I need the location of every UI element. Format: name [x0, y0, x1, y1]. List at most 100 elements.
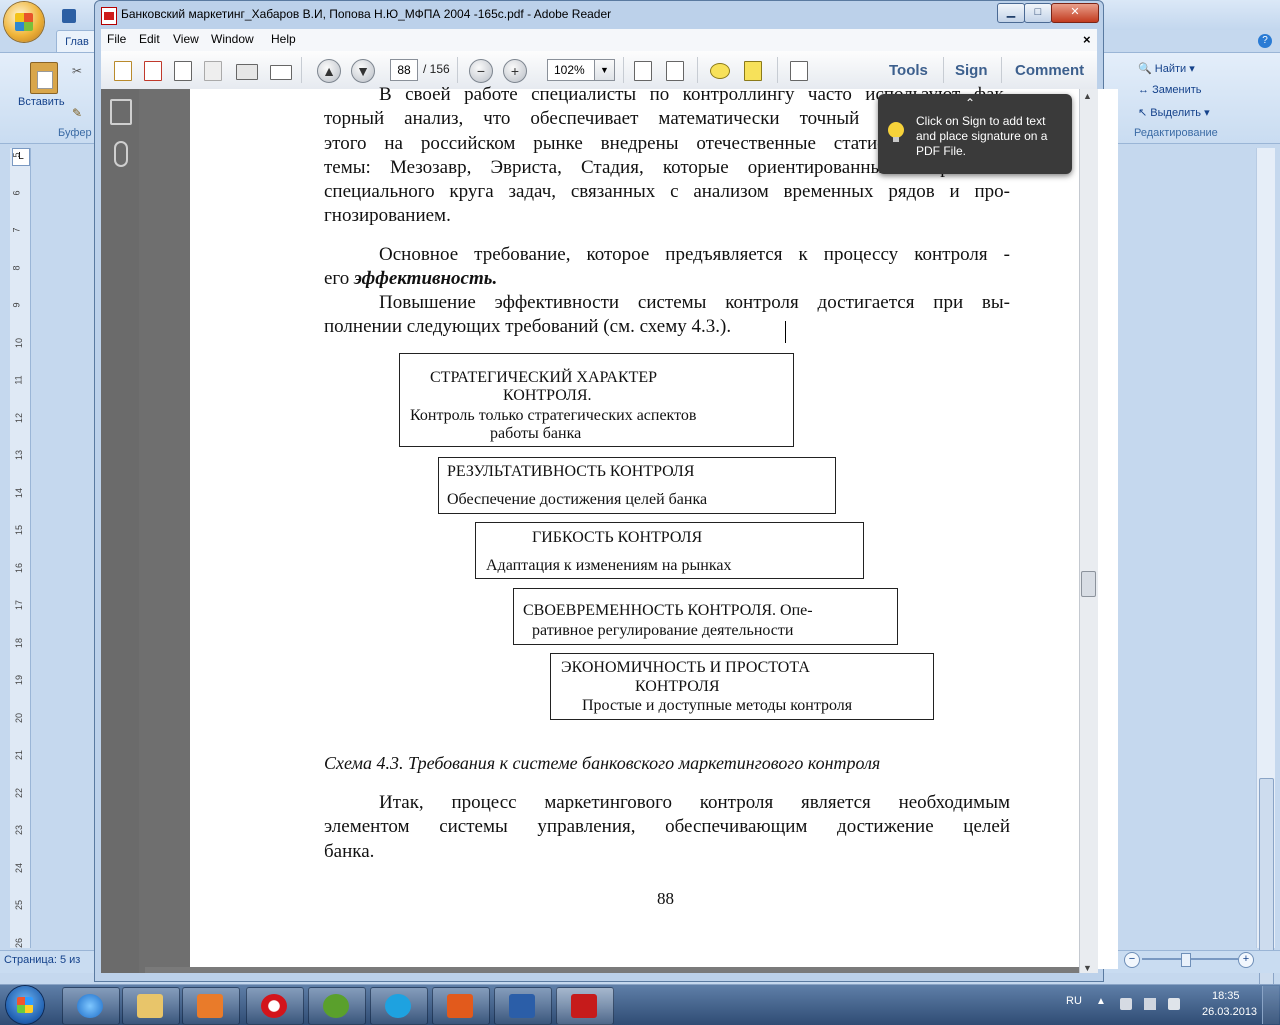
- format-painter-icon[interactable]: ✎: [72, 106, 88, 120]
- document-area: В своей работе специалисты по контроллин…: [139, 84, 1118, 973]
- zoom-in-icon[interactable]: +: [1238, 952, 1254, 968]
- comment-panel-link[interactable]: Comment: [1015, 62, 1084, 79]
- zoom-select[interactable]: 102% ▼: [547, 59, 615, 81]
- zoom-in-button[interactable]: +: [503, 59, 527, 83]
- ruler-number: 10: [14, 337, 25, 348]
- paste-button[interactable]: Вставить: [14, 58, 74, 122]
- taskbar-internet-explorer[interactable]: [62, 987, 120, 1025]
- page-total: / 156: [423, 62, 450, 76]
- full-screen-button[interactable]: [785, 57, 811, 83]
- clock-date[interactable]: 26.03.2013: [1202, 1006, 1257, 1018]
- save-icon: [204, 61, 222, 81]
- menu-window[interactable]: Window: [211, 32, 254, 46]
- maximize-button[interactable]: □: [1024, 3, 1052, 23]
- box-heading: РЕЗУЛЬТАТИВНОСТЬ КОНТРОЛЯ: [447, 463, 695, 480]
- internet-explorer-icon: [77, 994, 103, 1018]
- show-hidden-icons-icon[interactable]: ▲: [1096, 996, 1106, 1007]
- paragraph-line: Итак, процесс маркетингового контроля яв…: [379, 792, 1010, 813]
- taskbar-adobe-reader[interactable]: [556, 987, 614, 1025]
- next-page-button[interactable]: ▼: [351, 59, 375, 83]
- ruler-number: 6: [11, 189, 22, 196]
- fit-page-button[interactable]: [629, 57, 655, 83]
- toolbar-separator: [457, 57, 458, 83]
- cut-icon[interactable]: ✂: [72, 64, 86, 78]
- email-button[interactable]: [267, 57, 293, 83]
- tools-panel-link[interactable]: Tools: [889, 62, 928, 79]
- editing-group-label: Редактирование: [1134, 127, 1218, 139]
- chevron-down-icon[interactable]: ▼: [594, 60, 614, 80]
- save-icon[interactable]: [62, 9, 76, 23]
- page-number-input[interactable]: 88: [390, 59, 418, 81]
- open-button[interactable]: [139, 57, 165, 83]
- taskbar-utorrent[interactable]: [308, 987, 366, 1025]
- box-text: Обеспечение достижения целей банка: [447, 491, 708, 508]
- menu-view[interactable]: View: [173, 32, 199, 46]
- previous-page-button[interactable]: ▲: [317, 59, 341, 83]
- box-heading: КОНТРОЛЯ: [635, 678, 720, 695]
- chevron-up-icon[interactable]: ⌃: [965, 96, 975, 110]
- sign-tooltip: ⌃ Click on Sign to add text and place si…: [878, 94, 1072, 174]
- reader-scroll-thumb[interactable]: [1081, 571, 1096, 597]
- paragraph-line: полнении следующих требований (см. схему…: [324, 316, 732, 338]
- replace-button[interactable]: ↔ Заменить: [1138, 84, 1202, 96]
- find-button[interactable]: 🔍 Найти ▾: [1138, 62, 1195, 75]
- show-desktop-button[interactable]: [1262, 986, 1279, 1024]
- tray-app-icon[interactable]: [1120, 998, 1132, 1010]
- save-button[interactable]: [199, 57, 225, 83]
- menu-file[interactable]: File: [107, 32, 126, 46]
- fit-width-button[interactable]: [661, 57, 687, 83]
- paragraph-line: элементом системы управления, обеспечива…: [324, 816, 1010, 838]
- language-indicator[interactable]: RU: [1066, 995, 1082, 1007]
- ruler-number: 24: [14, 862, 25, 873]
- taskbar-opera[interactable]: [246, 987, 304, 1025]
- window-title: Банковский маркетинг_Хабаров В.И, Попова…: [121, 7, 612, 21]
- create-pdf-button[interactable]: [109, 57, 135, 83]
- tooltip-text: Click on Sign to add text and place sign…: [916, 114, 1048, 158]
- page-thumbnails-icon[interactable]: [110, 99, 132, 125]
- page-bottom-edge: [145, 967, 1079, 973]
- tab-home[interactable]: Глав: [56, 30, 98, 53]
- app-icon: [447, 994, 473, 1018]
- highlight-button[interactable]: [739, 57, 765, 83]
- text: его: [324, 268, 355, 290]
- sticky-note-button[interactable]: [705, 57, 731, 83]
- volume-icon[interactable]: [1168, 998, 1180, 1010]
- word-scroll-thumb[interactable]: [1259, 778, 1274, 1010]
- network-icon[interactable]: [1144, 998, 1156, 1010]
- box-text: Контроль только стратегических аспектов: [410, 407, 697, 424]
- start-button[interactable]: [6, 986, 44, 1024]
- windows-logo-icon: [17, 997, 33, 1013]
- media-player-icon: [197, 994, 223, 1018]
- sign-panel-link[interactable]: Sign: [955, 62, 988, 79]
- word-vertical-scrollbar[interactable]: [1256, 148, 1275, 1010]
- taskbar-app[interactable]: [432, 987, 490, 1025]
- minimize-button[interactable]: ▁: [997, 3, 1025, 23]
- taskbar-word[interactable]: [494, 987, 552, 1025]
- comment-bubble-icon: [710, 63, 730, 79]
- taskbar-media-player[interactable]: [182, 987, 240, 1025]
- edit-pdf-button[interactable]: [169, 57, 195, 83]
- taskbar-explorer[interactable]: [122, 987, 180, 1025]
- ruler-number: 15: [14, 524, 25, 536]
- help-icon[interactable]: ?: [1258, 34, 1272, 48]
- zoom-out-icon[interactable]: −: [1124, 952, 1140, 968]
- box-heading: СТРАТЕГИЧЕСКИЙ ХАРАКТЕР: [430, 369, 658, 386]
- office-button[interactable]: [4, 2, 44, 42]
- attachments-paperclip-icon[interactable]: [114, 141, 128, 167]
- close-button[interactable]: ✕: [1051, 3, 1099, 23]
- zoom-slider-thumb[interactable]: [1181, 953, 1191, 967]
- reader-vertical-scrollbar[interactable]: [1079, 89, 1098, 973]
- taskbar-skype[interactable]: [370, 987, 428, 1025]
- select-button[interactable]: ↖ Выделить ▾: [1138, 106, 1210, 119]
- box-text: Простые и доступные методы контроля: [582, 697, 853, 714]
- scroll-down-icon[interactable]: ▼: [1083, 963, 1092, 973]
- zoom-out-button[interactable]: −: [469, 59, 493, 83]
- clock-time[interactable]: 18:35: [1212, 990, 1240, 1002]
- menu-help[interactable]: Help: [271, 32, 296, 46]
- page-count-status[interactable]: Страница: 5 из: [4, 954, 80, 966]
- scroll-up-icon[interactable]: ▲: [1083, 91, 1092, 101]
- clipboard-group-label: Буфер: [58, 127, 92, 139]
- menu-edit[interactable]: Edit: [139, 32, 160, 46]
- close-document-icon[interactable]: ×: [1083, 32, 1091, 47]
- print-button[interactable]: [233, 57, 259, 83]
